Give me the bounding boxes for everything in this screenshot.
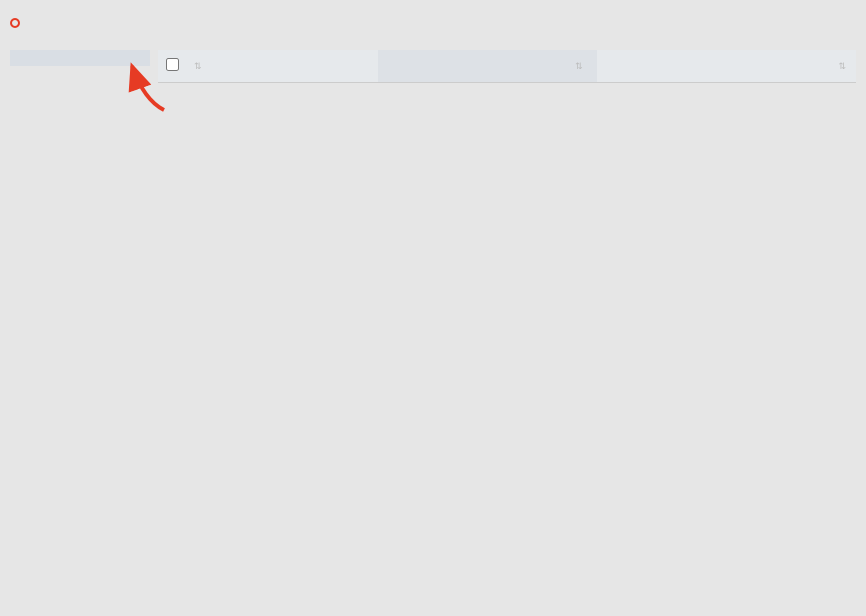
col-keyword[interactable]: ⇅ <box>186 50 346 83</box>
sidebar-header[interactable] <box>10 50 150 66</box>
sort-icon: ⇅ <box>575 61 583 71</box>
keyword-groups-sidebar <box>10 50 150 66</box>
keywords-table-wrap: ⇅ ⇅ ⇅ <box>158 50 856 83</box>
applied-filters-highlight <box>10 18 20 28</box>
summary-bar <box>150 38 856 50</box>
mode-tabs <box>10 38 150 50</box>
col-kd[interactable]: ⇅ <box>667 50 856 83</box>
sort-icon: ⇅ <box>838 61 846 71</box>
select-all-checkbox[interactable] <box>166 58 179 71</box>
keywords-table: ⇅ ⇅ ⇅ <box>158 50 856 83</box>
filters-row <box>10 18 856 28</box>
col-volume[interactable]: ⇅ <box>378 50 597 83</box>
sort-icon: ⇅ <box>194 61 202 71</box>
col-trend[interactable] <box>597 50 667 83</box>
